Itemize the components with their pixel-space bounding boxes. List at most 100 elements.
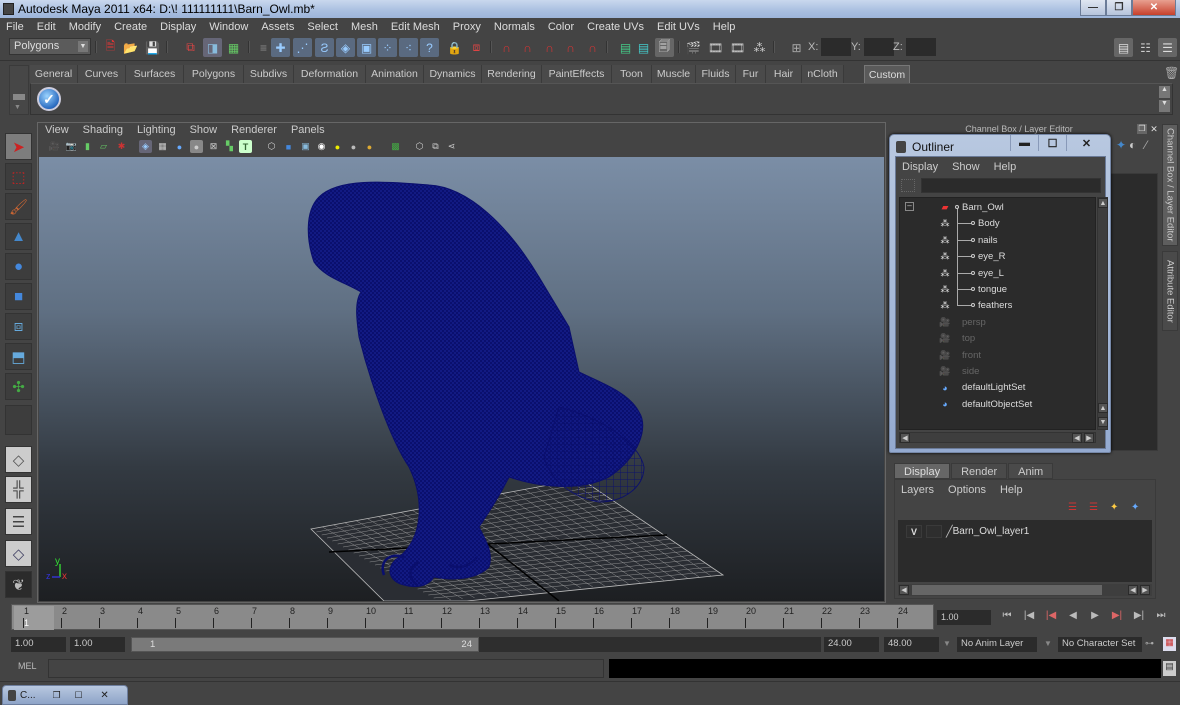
snap-plane-magnet-icon[interactable]: ∩ [561,38,580,57]
menu-create[interactable]: Create [114,21,147,33]
soft-modification-tool-icon[interactable]: ▲ [5,223,32,250]
flat-shade-icon[interactable]: ● [190,140,203,153]
shelf-tab-ncloth[interactable]: nCloth [802,65,844,83]
scroll-right-icon[interactable]: ▶ [1140,585,1150,595]
outliner-item[interactable]: 🎥 front [900,348,1095,363]
menu-display[interactable]: Display [160,21,196,33]
scroll-left-icon[interactable]: ◀ [1072,433,1082,443]
menu-edit-mesh[interactable]: Edit Mesh [391,21,440,33]
time-slider[interactable]: 1 1 2 3 4 5 6 7 8 9 10 11 12 13 14 15 16 17 18 19 20 21 22 23 2… [11,604,934,630]
smooth-shade-icon[interactable]: ● [173,140,186,153]
select-tool-icon[interactable]: ➤ [5,133,32,160]
shelf-tab-dynamics[interactable]: Dynamics [424,65,482,83]
menu-window[interactable]: Window [209,21,248,33]
move-layer-down-icon[interactable]: ☰ [1089,502,1105,516]
shadows-icon[interactable]: ◉ [315,140,328,153]
minimize-button[interactable]: — [1080,0,1106,16]
scroll-left-icon[interactable]: ◀ [899,585,909,595]
close-panel-icon[interactable]: ✕ [1149,124,1159,134]
outliner-item[interactable]: ⁂ nails [900,233,1095,248]
universal-manipulator-icon[interactable]: ⧈ [5,313,32,340]
snap-curve-icon[interactable]: ⋰ [293,38,312,57]
shelf-tab-subdivs[interactable]: Subdivs [244,65,294,83]
open-scene-icon[interactable]: 📂 [121,38,140,57]
isolate-view-icon[interactable]: ⬡ [413,140,426,153]
layer-name[interactable]: Barn_Owl_layer1 [953,526,1030,537]
viewport-menu-shading[interactable]: Shading [83,124,123,138]
image-plane-icon[interactable]: ▱ [97,140,110,153]
viewport-menu-view[interactable]: View [45,124,69,138]
scale-tool-icon[interactable]: ■ [5,283,32,310]
four-view-layout-icon[interactable]: ╬ [5,476,32,503]
scrollbar-thumb[interactable] [912,585,1102,595]
scroll-up-icon[interactable]: ▲ [1098,198,1108,208]
tab-attribute-editor[interactable]: Attribute Editor [1162,251,1178,331]
restore-icon[interactable]: ❐ [46,690,68,701]
uv-icon[interactable]: ⁖ [399,38,418,57]
select-camera-icon[interactable]: 🎥 [48,140,61,153]
outliner-minimize-button[interactable]: ▬ [1010,135,1038,151]
outliner-item[interactable]: 🎥 side [900,364,1095,379]
mel-label[interactable]: MEL [18,661,37,671]
transform-mode-icon[interactable]: ⊞ [787,38,806,57]
outliner-item[interactable]: 🎥 persp [900,315,1095,330]
layer-menu-layers[interactable]: Layers [901,484,934,496]
shelf-tab-hair[interactable]: Hair [766,65,802,83]
render-view-icon[interactable]: 🎬 [684,38,703,57]
move-tool-icon[interactable]: ✣ [5,373,32,400]
outliner-maximize-button[interactable]: ☐ [1038,135,1066,151]
select-highlight-icon[interactable]: ⧈ [467,38,486,57]
scroll-left-icon[interactable]: ◀ [900,433,910,443]
default-light-icon[interactable]: ● [347,140,360,153]
snap-point-magnet-icon[interactable]: ∩ [540,38,559,57]
outliner-close-button[interactable]: ✕ [1066,135,1106,151]
lock-icon[interactable]: 🔒 [445,38,464,57]
go-to-end-button[interactable]: ⏭ [1150,610,1172,625]
menu-select[interactable]: Select [307,21,338,33]
command-input[interactable] [48,659,604,678]
y-field[interactable] [863,38,894,56]
shelf-tab-animation[interactable]: Animation [366,65,424,83]
3d-viewport[interactable]: y x z [39,157,884,601]
output-ops-icon[interactable]: ▤ [634,38,653,57]
layer-menu-help[interactable]: Help [1000,484,1023,496]
outliner-item[interactable]: ▰ Barn_Owl [900,200,1095,215]
go-to-start-button[interactable]: ⏮ [996,610,1018,625]
outliner-search-input[interactable] [921,178,1101,193]
render-settings-icon[interactable]: ⁂ [750,38,769,57]
help-icon[interactable]: ? [420,38,439,57]
play-backwards-button[interactable]: ◀ [1062,610,1084,625]
playback-start-field[interactable]: 1.00 [70,637,125,652]
maximize-button[interactable]: ❐ [1106,0,1132,16]
xray-icon[interactable]: ⊠ [207,140,220,153]
select-by-component-icon[interactable]: ▦ [224,38,243,57]
close-button[interactable]: ✕ [1132,0,1176,16]
outliner-menu-help[interactable]: Help [994,161,1017,173]
snap-view-plane-icon[interactable]: ◈ [336,38,355,57]
end-time-field[interactable]: 48.00 [884,637,939,652]
attribute-editor-toggle-icon[interactable]: ▤ [1114,38,1133,57]
resolution-gate-icon[interactable]: T [239,140,252,153]
snap-grid-icon[interactable]: ✚ [271,38,290,57]
render-current-icon[interactable]: 🎞 [706,38,725,57]
tab-channel-box-layer-editor[interactable]: Channel Box / Layer Editor [1162,124,1178,246]
film-gate-icon[interactable]: ▦ [156,140,169,153]
range-slider-handle[interactable]: 1 24 [131,637,479,652]
outliner-menu-display[interactable]: Display [902,161,938,173]
layer-visibility-toggle[interactable]: V [906,524,922,538]
shelf-scroll-down-icon[interactable]: ▼ [1159,100,1170,112]
layer-horizontal-scrollbar[interactable]: ◀ ◀ ▶ [898,584,1152,596]
rotate-tool-icon[interactable]: ● [5,253,32,280]
tool-settings-toggle-icon[interactable]: ☷ [1136,38,1155,57]
menu-set-selector[interactable]: Polygons ▼ [9,38,91,55]
menu-color[interactable]: Color [548,21,574,33]
viewport-menu-panels[interactable]: Panels [291,124,325,138]
scroll-up-icon[interactable]: ▲ [1098,403,1108,413]
shelf-tab-rendering[interactable]: Rendering [482,65,542,83]
new-layer-selected-icon[interactable]: ✦ [1131,502,1147,516]
snap-grid-magnet-icon[interactable]: ∩ [497,38,516,57]
wireframe-on-shaded-icon[interactable]: ▣ [299,140,312,153]
shelf-tab-curves[interactable]: Curves [78,65,126,83]
outliner-item[interactable]: ◕ defaultObjectSet [900,397,1095,412]
minimized-window[interactable]: C... ❐ ☐ ✕ [2,685,128,705]
